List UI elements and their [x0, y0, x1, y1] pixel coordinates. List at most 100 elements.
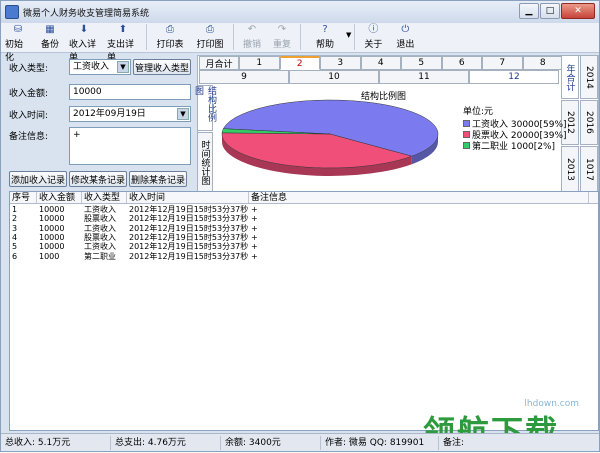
tab-year-2013[interactable]: 2013 [561, 146, 579, 192]
legend-swatch [463, 142, 470, 149]
help-button[interactable]: ? 帮助 [304, 23, 346, 51]
print-chart-button[interactable]: ⎙ 打印图 [190, 23, 230, 51]
table-row[interactable]: 2 10000 股票收入 2012年12月19日15时53分37秒 + [10, 214, 598, 223]
toolbar: ⛁ 初始化 ▦ 备份 ⬇ 收入详单 ⬆ 支出详单 ⎙ 打印表 ⎙ 打印图 ↶ 撤销 ↷ 重复? 帮助 ▼ ⓘ 关于 ⏻ 退… [1, 23, 599, 63]
print-table-label: 打印表 [156, 40, 184, 50]
table-cell: 股票收入 [84, 214, 116, 224]
tab-month-6[interactable]: 6 [441, 56, 482, 70]
minimize-button[interactable]: ▁ [519, 3, 539, 19]
tab-month-11[interactable]: 11 [379, 70, 469, 84]
init-icon: ⛁ [13, 24, 23, 35]
tab-month-2[interactable]: 2 [279, 56, 320, 70]
backup-button[interactable]: ▦ 备份 [35, 23, 65, 51]
toolbar-separator [354, 24, 356, 50]
tab-month-1[interactable]: 1 [239, 56, 280, 70]
legend-item: 第二职业 1000[2%] [463, 140, 567, 152]
table-cell: + [251, 223, 258, 233]
column-header[interactable]: 序号 [10, 192, 37, 203]
table-row[interactable]: 3 10000 工资收入 2012年12月19日15时53分37秒 + [10, 224, 598, 233]
minimize-icon: ▁ [525, 6, 533, 16]
help-dropdown-icon[interactable]: ▼ [346, 31, 351, 39]
redo-label: 重复 [272, 40, 291, 50]
tab-time-chart[interactable]: 时间统计图 [197, 132, 213, 192]
exit-icon: ⏻ [401, 24, 410, 35]
manage-income-type-button[interactable]: 管理收入类型 [133, 59, 191, 75]
title-bar[interactable]: 微易个人财务收支管理简易系统 ▁ □ ✕ [1, 1, 599, 23]
print-table-button[interactable]: ⎙ 打印表 [150, 23, 190, 51]
tab-month-7[interactable]: 7 [482, 56, 523, 70]
tab-year-total[interactable]: 年合计 [561, 55, 579, 99]
tab-month-total[interactable]: 月合计 [199, 56, 239, 70]
chart-legend: 单位:元 工资收入 30000[59%] 股票收入 20000[39%] 第二职业 … [463, 104, 567, 152]
add-record-button[interactable]: 添加收入记录 [9, 171, 67, 187]
close-button[interactable]: ✕ [561, 3, 595, 19]
tab-structure-chart[interactable]: 结构比例图 [193, 85, 216, 131]
table-cell: 2012年12月19日15时53分37秒 [129, 242, 249, 252]
expense-detail-button[interactable]: ⬆ 支出详单 [103, 23, 143, 63]
table-cell: 工资收入 [84, 223, 116, 233]
help-icon: ? [322, 24, 328, 35]
income-detail-button[interactable]: ⬇ 收入详单 [65, 23, 103, 63]
backup-label: 备份 [40, 40, 59, 50]
help-label: 帮助 [315, 40, 334, 50]
table-cell: 4 [12, 232, 18, 242]
calendar-dropdown-icon[interactable]: ▼ [177, 108, 189, 120]
table-cell: 工资收入 [84, 205, 116, 214]
tab-month-9[interactable]: 9 [199, 70, 289, 84]
income-amount-input[interactable]: 10000 [69, 84, 191, 100]
table-row[interactable]: 1 10000 工资收入 2012年12月19日15时53分37秒 + [10, 205, 598, 214]
column-header[interactable]: 收入金额 [37, 192, 82, 203]
tab-month-10[interactable]: 10 [289, 70, 379, 84]
toolbar-separator [233, 24, 234, 50]
column-header[interactable]: 收入类型 [82, 192, 127, 203]
maximize-button[interactable]: □ [540, 3, 560, 19]
about-button[interactable]: ⓘ 关于 [358, 23, 388, 51]
income-detail-icon: ⬇ [79, 24, 89, 35]
tab-month-3[interactable]: 3 [320, 56, 361, 70]
exit-label: 退出 [396, 40, 415, 50]
table-cell: 2012年12月19日15时53分37秒 [129, 214, 249, 224]
table-cell: 10000 [39, 242, 65, 252]
table-cell: 10000 [39, 214, 65, 224]
table-cell: 2012年12月19日15时53分37秒 [129, 232, 249, 242]
table-cell: 10000 [39, 232, 65, 242]
column-header[interactable]: 备注信息 [249, 192, 589, 203]
income-amount-label: 收入金额: [9, 88, 49, 99]
exit-button[interactable]: ⏻ 退出 [388, 23, 422, 51]
tab-year-1017[interactable]: 1017 [580, 146, 598, 192]
toolbar-separator [146, 24, 147, 50]
legend-swatch [463, 131, 470, 138]
print-chart-label: 打印图 [196, 40, 224, 50]
income-type-select[interactable]: 工资收入 ▼ [69, 59, 131, 75]
modify-record-button[interactable]: 修改某条记录 [69, 171, 127, 187]
tab-month-4[interactable]: 4 [360, 56, 401, 70]
note-textarea[interactable]: + [69, 127, 191, 165]
column-header[interactable]: 收入时间 [127, 192, 249, 203]
income-type-label: 收入类型: [9, 63, 49, 74]
table-cell: + [251, 251, 258, 261]
table-row[interactable]: 4 10000 股票收入 2012年12月19日15时53分37秒 + [10, 233, 598, 242]
undo-label: 撤销 [242, 40, 261, 50]
tab-year-2016[interactable]: 2016 [580, 100, 598, 145]
income-time-label: 收入时间: [9, 110, 49, 121]
income-time-value: 2012年09月19日 [73, 109, 146, 119]
table-cell: 股票收入 [84, 232, 116, 242]
window-title: 微易个人财务收支管理简易系统 [23, 8, 150, 19]
table-row[interactable]: 5 10000 工资收入 2012年12月19日15时53分37秒 + [10, 242, 598, 251]
init-button[interactable]: ⛁ 初始化 [1, 23, 35, 63]
tab-month-5[interactable]: 5 [401, 56, 442, 70]
redo-button[interactable]: ↷ 重复 [267, 23, 297, 51]
tab-year-2014[interactable]: 2014 [580, 55, 598, 99]
table-cell: 1 [12, 205, 18, 214]
about-label: 关于 [364, 40, 383, 50]
app-icon [5, 5, 19, 19]
chevron-down-icon[interactable]: ▼ [117, 61, 129, 73]
watermark: lhdown.com 领航下载 [423, 381, 593, 451]
table-cell: 2 [12, 214, 18, 224]
delete-record-button[interactable]: 删除某条记录 [129, 171, 187, 187]
table-row[interactable]: 6 1000 第二职业 2012年12月19日15时53分37秒 + [10, 252, 598, 261]
tab-month-8[interactable]: 8 [522, 56, 563, 70]
tab-month-12[interactable]: 12 [469, 70, 559, 84]
income-time-picker[interactable]: 2012年09月19日 ▼ [69, 106, 191, 122]
undo-button[interactable]: ↶ 撤销 [237, 23, 267, 51]
